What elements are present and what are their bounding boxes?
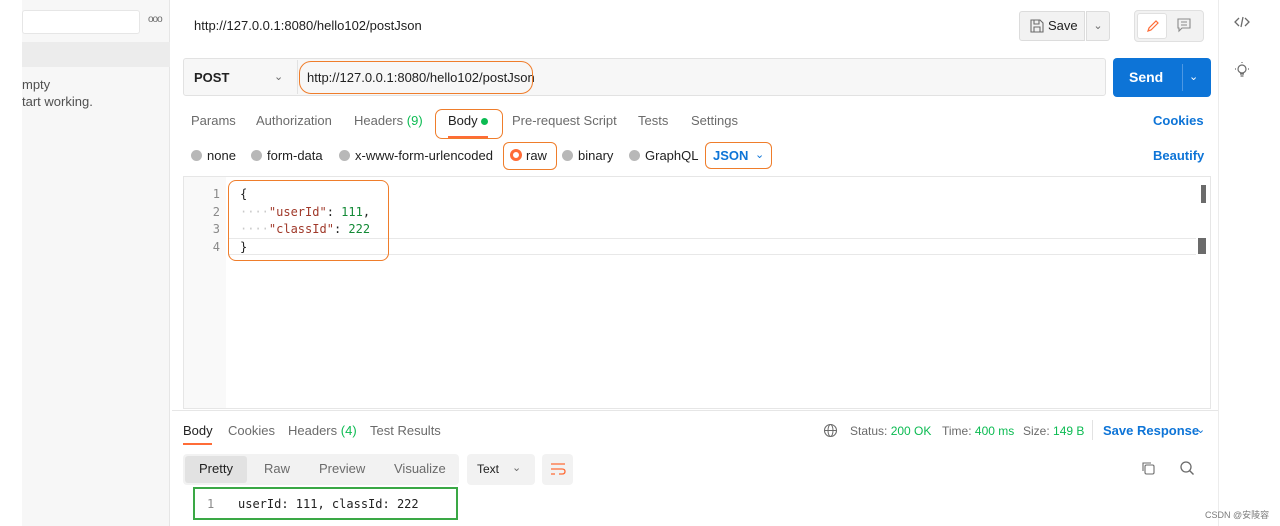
menu-dots-icon[interactable]: ooo [148,14,164,26]
view-visualize[interactable]: Visualize [394,461,446,476]
tab-params[interactable]: Params [191,113,236,128]
save-button[interactable]: Save [1019,11,1085,41]
tab-headers-label: Headers [354,113,404,128]
radio-graphql-label[interactable]: GraphQL [645,148,698,163]
response-format-label: Text [477,462,500,476]
send-label: Send [1129,69,1164,85]
response-tab-headers-label: Headers [288,423,338,438]
radio-form-data[interactable] [251,150,262,161]
save-icon [1030,19,1044,33]
copy-icon[interactable] [1141,461,1156,479]
radio-none-label[interactable]: none [207,148,236,163]
json-annotation-highlight [705,142,772,169]
beautify-link[interactable]: Beautify [1153,148,1204,163]
tab-settings[interactable]: Settings [691,113,738,128]
edit-mode-button[interactable] [1137,13,1167,39]
globe-icon[interactable] [823,423,838,441]
response-tab-test-results[interactable]: Test Results [370,423,441,438]
send-divider [1182,64,1183,91]
save-options-chevron-down-icon[interactable]: ⌄ [1086,11,1110,41]
radio-binary-label[interactable]: binary [578,148,613,163]
tab-headers[interactable]: Headers (9) [354,113,423,128]
watermark: CSDN @安陵容 [1205,510,1270,520]
line-number: 2 [212,205,220,219]
time-label: Time: [942,424,972,438]
time-value: 400 ms [974,424,1015,438]
editor-cursor-marker [1198,238,1206,254]
response-divider [172,410,1218,411]
method-divider [297,60,298,94]
response-size: Size: 149 B [1023,424,1084,438]
editor-scrollbar[interactable] [1201,185,1206,203]
search-icon[interactable] [1179,460,1195,479]
sidebar-search-input[interactable] [22,10,140,34]
wrap-lines-icon[interactable] [542,454,573,485]
size-value: 149 B [1053,424,1085,438]
sidebar-empty-text-2: tart working. [22,94,93,109]
response-time: Time: 400 ms [942,424,1014,438]
send-chevron-down-icon[interactable]: ⌄ [1189,70,1198,83]
radio-none[interactable] [191,150,202,161]
response-tab-cookies[interactable]: Cookies [228,423,275,438]
response-format-select[interactable]: Text ⌄ [467,454,535,485]
comment-icon[interactable] [1176,17,1192,36]
save-response-button[interactable]: Save Response [1103,423,1199,438]
editor-annotation-highlight [228,180,389,261]
size-label: Size: [1023,424,1050,438]
status-divider [1092,420,1093,440]
response-format-chevron-down-icon: ⌄ [512,462,522,474]
radio-urlencoded-label[interactable]: x-www-form-urlencoded [355,148,493,163]
edit-pencil-icon [1147,20,1159,32]
body-tab-annotation-highlight [435,109,503,139]
tab-headers-count: (9) [406,113,423,128]
raw-annotation-highlight [503,142,557,170]
lightbulb-icon[interactable] [1232,62,1252,82]
response-tab-body[interactable]: Body [183,423,213,438]
response-tab-underline [183,443,212,445]
tab-tests[interactable]: Tests [638,113,668,128]
radio-binary[interactable] [562,150,573,161]
status-value: 200 OK [890,424,932,438]
sidebar-empty-text-1: mpty [22,77,51,92]
radio-form-data-label[interactable]: form-data [267,148,323,163]
request-title: http://127.0.0.1:8080/hello102/postJson [194,18,422,33]
sidebar-selected-row[interactable] [22,42,170,67]
response-status: Status: 200 OK [850,424,931,438]
response-tab-headers[interactable]: Headers (4) [288,423,357,438]
radio-urlencoded[interactable] [339,150,350,161]
response-headers-count: (4) [340,423,357,438]
url-annotation-highlight [299,61,533,94]
line-number: 4 [212,240,220,254]
view-preview[interactable]: Preview [319,461,365,476]
tab-authorization[interactable]: Authorization [256,113,332,128]
line-number: 3 [212,222,220,236]
line-number: 1 [212,187,220,201]
radio-graphql[interactable] [629,150,640,161]
method-chevron-down-icon[interactable]: ⌄ [274,70,283,83]
left-strip [0,0,22,526]
tab-pre-request-script[interactable]: Pre-request Script [512,113,617,128]
view-pretty[interactable]: Pretty [199,461,233,476]
view-raw[interactable]: Raw [264,461,290,476]
response-annotation-highlight [193,487,458,520]
cookies-link[interactable]: Cookies [1153,113,1204,128]
status-label: Status: [850,424,888,438]
code-icon[interactable] [1232,15,1252,35]
save-label: Save [1048,18,1078,33]
save-response-chevron-down-icon[interactable]: ⌄ [1196,423,1205,436]
method-select[interactable]: POST [194,70,229,85]
